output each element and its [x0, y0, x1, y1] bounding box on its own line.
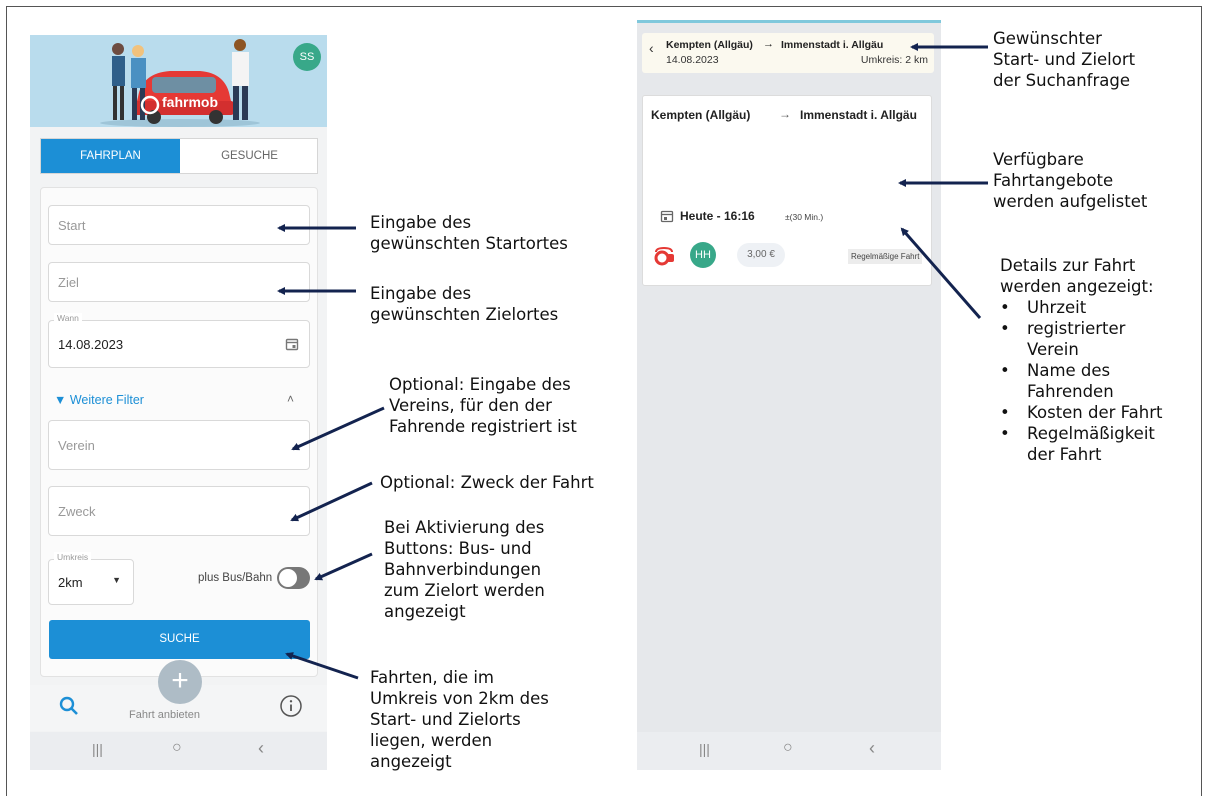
back-chevron-icon[interactable]: ‹ [649, 40, 654, 56]
umkreis-label: Umkreis [54, 552, 92, 562]
header-from: Kempten (Allgäu) [666, 39, 753, 51]
annotation-offers: Verfügbare Fahrtangebote werden aufgelis… [993, 150, 1148, 211]
system-nav-bar: ||| ○ ‹ [30, 732, 327, 770]
header-radius: Umkreis: 2 km [860, 54, 928, 66]
recents-icon[interactable]: ||| [699, 741, 710, 757]
annotation-zweck: Optional: Zweck der Fahrt [380, 473, 594, 492]
date-field[interactable]: 14.08.2023 [48, 320, 310, 368]
driver-avatar: HH [690, 242, 716, 268]
annotation-header: Gewünschter Start- und Zielort der Sucha… [993, 29, 1136, 90]
offer-to: Immenstadt i. Allgäu [800, 108, 917, 122]
more-filters-toggle[interactable]: ▼ Weitere Filter [54, 393, 144, 407]
verein-input[interactable]: Verein [48, 420, 310, 470]
hero-banner: fahrmob SS [30, 35, 327, 127]
annotation-verein: Optional: Eingabe des Vereins, für den d… [389, 375, 577, 436]
home-icon[interactable]: ○ [172, 739, 182, 757]
tab-fahrplan[interactable]: FAHRPLAN [41, 139, 180, 173]
details-item: Regelmäßigkeit der Fahrt [998, 423, 1173, 465]
add-ride-button[interactable]: + [158, 660, 202, 704]
date-label: Wann [54, 313, 82, 323]
start-input[interactable]: Start [48, 205, 310, 245]
date-value: 14.08.2023 [58, 336, 124, 352]
user-avatar[interactable]: SS [293, 43, 321, 71]
offer-tolerance: ±(30 Min.) [785, 212, 824, 222]
header-to: Immenstadt i. Allgäu [781, 39, 884, 51]
chevron-up-icon[interactable]: ˄ [287, 392, 294, 406]
header-arrow: → [763, 38, 774, 50]
home-icon[interactable]: ○ [783, 739, 793, 757]
offer-time: Heute - 16:16 [680, 209, 755, 223]
zweck-input[interactable]: Zweck [48, 486, 310, 536]
calendar-icon [660, 210, 674, 223]
search-screen: fahrmob SS FAHRPLAN GESUCHE Start Ziel 1… [30, 35, 327, 770]
offer-ride-label[interactable]: Fahrt anbieten [129, 709, 200, 721]
offer-arrow: → [779, 107, 791, 121]
annotation-start: Eingabe des gewünschten Startortes [370, 213, 568, 253]
price-badge: 3,00 € [737, 243, 785, 267]
brand-logo: fahrmob [162, 94, 218, 110]
results-screen: ‹ Kempten (Allgäu) → Immenstadt i. Allgä… [637, 20, 941, 770]
annotation-bus-bahn: Bei Aktivierung des Buttons: Bus- und Ba… [384, 518, 545, 621]
dropdown-arrow-icon: ▼ [112, 575, 121, 585]
back-icon[interactable]: ‹ [869, 738, 875, 759]
search-button[interactable]: SUCHE [49, 620, 310, 659]
umkreis-value: 2km [58, 574, 83, 590]
hero-illustration [100, 39, 260, 127]
ziel-input[interactable]: Ziel [48, 262, 310, 302]
search-summary-header[interactable]: ‹ Kempten (Allgäu) → Immenstadt i. Allgä… [642, 33, 934, 73]
offer-from: Kempten (Allgäu) [651, 108, 751, 122]
more-filters-label: Weitere Filter [69, 393, 144, 407]
ziel-placeholder: Ziel [58, 274, 79, 290]
ride-offer-card[interactable]: Kempten (Allgäu) → Immenstadt i. Allgäu … [642, 95, 932, 286]
recents-icon[interactable]: ||| [92, 741, 103, 757]
filter-icon: ▼ [54, 393, 67, 407]
annotation-suche: Fahrten, die im Umkreis von 2km des Star… [370, 668, 549, 771]
frequency-badge: Regelmäßige Fahrt [848, 249, 923, 264]
details-item: registrierter Verein [998, 318, 1148, 360]
zweck-placeholder: Zweck [58, 503, 96, 519]
tab-bar: FAHRPLAN GESUCHE [40, 138, 318, 174]
info-icon[interactable] [279, 694, 303, 718]
club-logo-icon [654, 246, 674, 266]
bus-bahn-label: plus Bus/Bahn [198, 572, 273, 584]
details-item: Uhrzeit [998, 297, 1173, 318]
umkreis-select[interactable]: 2km ▼ [48, 559, 134, 605]
search-icon[interactable] [58, 695, 80, 717]
tab-gesuche[interactable]: GESUCHE [180, 139, 319, 173]
back-icon[interactable]: ‹ [258, 738, 264, 759]
details-item: Name des Fahrenden [998, 360, 1148, 402]
system-nav-bar: ||| ○ ‹ [637, 732, 941, 770]
calendar-icon[interactable] [285, 337, 299, 351]
annotation-details: Details zur Fahrt werden angezeigt: Uhrz… [1000, 255, 1173, 465]
verein-placeholder: Verein [58, 437, 95, 453]
details-item: Kosten der Fahrt [998, 402, 1173, 423]
start-placeholder: Start [58, 217, 86, 233]
bus-bahn-toggle[interactable] [277, 567, 310, 589]
annotation-ziel: Eingabe des gewünschten Zielortes [370, 284, 559, 324]
header-date: 14.08.2023 [666, 54, 719, 66]
